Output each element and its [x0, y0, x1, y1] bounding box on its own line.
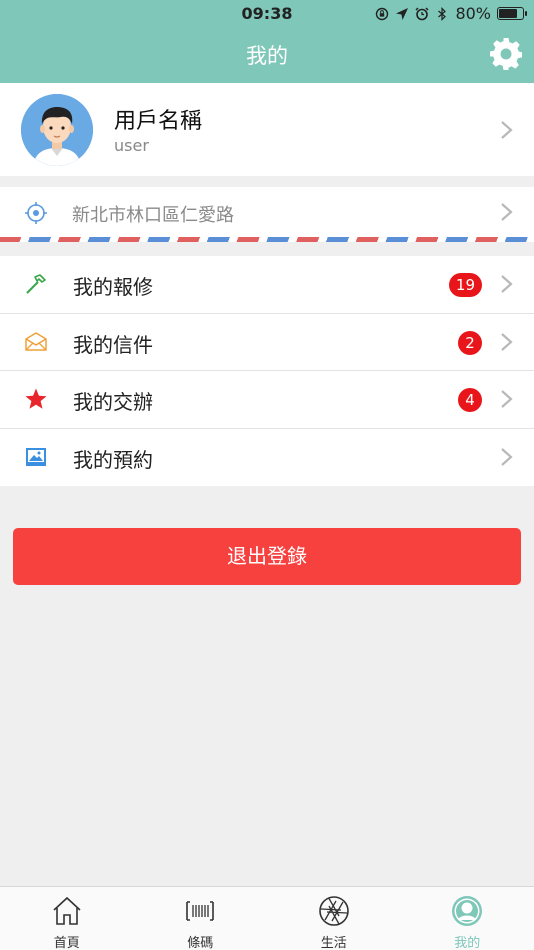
- star-icon: [25, 388, 47, 409]
- tab-mine[interactable]: 我的: [401, 887, 534, 950]
- tab-label: 我的: [454, 936, 481, 950]
- menu-label: 我的報修: [73, 275, 153, 299]
- profile-icon: [452, 896, 483, 926]
- tab-life[interactable]: 生活: [267, 887, 401, 950]
- menu-label: 我的預約: [73, 447, 153, 472]
- location-target-icon: [25, 202, 47, 224]
- alarm-icon: [415, 6, 429, 20]
- tab-bar: 首頁 條碼 生活 我的: [0, 886, 534, 950]
- tab-barcode[interactable]: 條碼: [134, 887, 268, 950]
- menu-label: 我的交辦: [73, 390, 153, 414]
- chevron-right-icon: [501, 390, 513, 408]
- menu-item-letters[interactable]: 我的信件 2: [0, 314, 534, 371]
- page-title: 我的: [246, 44, 288, 68]
- status-bar: 09:38 80%: [0, 0, 534, 28]
- bluetooth-icon: [438, 6, 447, 21]
- profile-card[interactable]: 用戶名稱 user: [0, 83, 534, 176]
- status-icons: 80%: [375, 4, 527, 23]
- chevron-right-icon: [501, 275, 513, 293]
- address-text: 新北市林口區仁愛路: [72, 205, 234, 226]
- menu-item-appointments[interactable]: 我的預約: [0, 429, 534, 487]
- tab-home[interactable]: 首頁: [0, 887, 134, 950]
- battery-level: [499, 9, 517, 18]
- navigation-header: 09:38 80% 我的: [0, 0, 534, 83]
- chevron-right-icon: [501, 447, 513, 466]
- location-arrow-icon: [396, 7, 409, 20]
- notification-badge: 4: [458, 388, 482, 412]
- tab-label: 條碼: [187, 936, 214, 950]
- image-icon: [26, 447, 46, 466]
- avatar-illustration: [21, 94, 93, 166]
- notification-badge: 2: [458, 330, 482, 355]
- airmail-border: [0, 237, 534, 242]
- tab-label: 生活: [320, 936, 347, 950]
- hammer-icon: [26, 274, 46, 294]
- chevron-right-icon: [501, 332, 513, 351]
- tab-label: 首頁: [53, 936, 80, 950]
- address-row[interactable]: 新北市林口區仁愛路: [0, 187, 534, 242]
- menu-item-tasks[interactable]: 我的交辦 4: [0, 371, 534, 429]
- envelope-icon: [25, 331, 47, 351]
- menu-list: 我的報修 19 我的信件 2 我的交辦 4 我的預約: [0, 256, 534, 486]
- notification-badge: 19: [448, 273, 482, 297]
- orientation-lock-icon: [376, 7, 389, 20]
- home-icon: [53, 896, 81, 925]
- user-avatar: [21, 94, 93, 166]
- barcode-icon: [186, 901, 215, 921]
- chevron-right-icon: [501, 121, 513, 139]
- chevron-right-icon: [501, 203, 513, 221]
- aperture-icon: [318, 896, 349, 926]
- logout-button[interactable]: 退出登錄: [13, 528, 521, 585]
- battery-percentage: 80%: [455, 4, 491, 23]
- menu-item-repairs[interactable]: 我的報修 19: [0, 256, 534, 314]
- menu-label: 我的信件: [73, 332, 153, 357]
- gear-icon[interactable]: [488, 36, 524, 72]
- battery-icon: [497, 7, 527, 20]
- profile-username: user: [114, 136, 149, 155]
- profile-name: 用戶名稱: [114, 109, 203, 134]
